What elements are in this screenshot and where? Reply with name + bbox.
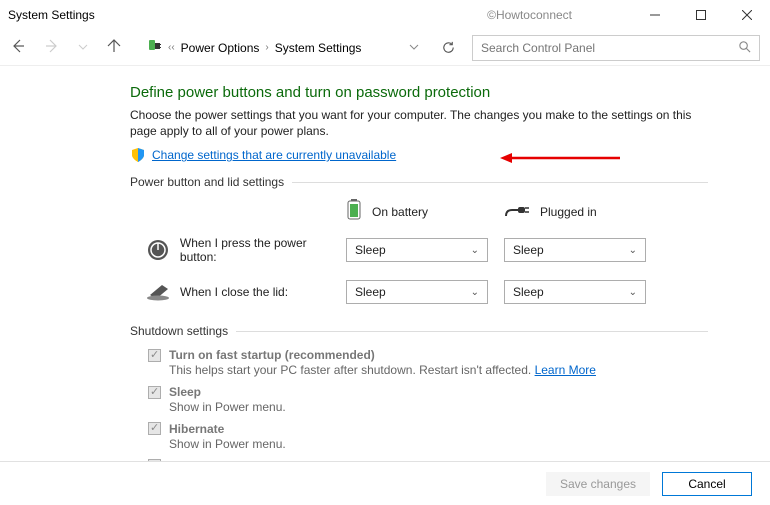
sleep-desc: Show in Power menu. [169, 399, 708, 416]
shield-icon [130, 147, 146, 163]
maximize-button[interactable] [678, 0, 724, 30]
power-button-battery-dropdown[interactable]: Sleep ⌄ [346, 238, 488, 262]
bottom-bar: Save changes Cancel [0, 461, 770, 505]
checkbox-fast-startup [148, 349, 161, 362]
shutdown-item-sleep: Sleep Show in Power menu. [148, 385, 708, 416]
search-icon[interactable] [738, 40, 751, 56]
admin-link-row: Change settings that are currently unava… [130, 147, 708, 163]
row-power-button-label: When I press the power button: [180, 236, 346, 264]
col-plugged: Plugged in [504, 202, 662, 221]
lid-plugged-dropdown[interactable]: Sleep ⌄ [504, 280, 646, 304]
breadcrumb-dropdown-chevron[interactable] [409, 41, 419, 55]
power-table: On battery Plugged in When I press the p… [146, 199, 708, 304]
chevron-down-icon: ⌄ [471, 245, 479, 256]
shutdown-item-hibernate: Hibernate Show in Power menu. [148, 422, 708, 453]
chevron-down-icon: ⌄ [629, 287, 637, 298]
power-section-label: Power button and lid settings [130, 175, 284, 189]
annotation-arrow-icon [500, 153, 620, 163]
learn-more-link[interactable]: Learn More [535, 363, 596, 377]
col-plugged-label: Plugged in [540, 205, 597, 219]
checkbox-hibernate [148, 422, 161, 435]
change-settings-link[interactable]: Change settings that are currently unava… [152, 148, 396, 162]
lid-icon [146, 280, 170, 304]
chevron-down-icon: ⌄ [629, 245, 637, 256]
power-options-icon [146, 38, 162, 57]
power-header-row: On battery Plugged in [146, 199, 708, 224]
row-lid: When I close the lid: Sleep ⌄ Sleep ⌄ [146, 280, 708, 304]
breadcrumb[interactable]: ‹‹ Power Options › System Settings [140, 35, 425, 61]
toolbar: ‹‹ Power Options › System Settings [0, 30, 770, 66]
row-lid-label: When I close the lid: [180, 285, 288, 299]
breadcrumb-power-options[interactable]: Power Options [181, 41, 260, 55]
window-controls: ©Howtoconnect [487, 0, 770, 30]
shutdown-item-fast-startup: Turn on fast startup (recommended) This … [148, 348, 708, 379]
page-heading: Define power buttons and turn on passwor… [130, 84, 708, 101]
up-button[interactable] [106, 38, 122, 57]
plug-icon [504, 202, 530, 221]
col-battery: On battery [346, 199, 504, 224]
close-button[interactable] [724, 0, 770, 30]
dropdown-value: Sleep [355, 285, 386, 299]
power-button-icon [146, 238, 170, 262]
divider [236, 331, 708, 332]
dropdown-value: Sleep [513, 285, 544, 299]
search-box[interactable] [472, 35, 760, 61]
minimize-button[interactable] [632, 0, 678, 30]
battery-icon [346, 199, 362, 224]
cancel-button[interactable]: Cancel [662, 472, 752, 496]
save-changes-button: Save changes [546, 472, 650, 496]
divider [292, 182, 708, 183]
dropdown-value: Sleep [355, 243, 386, 257]
hibernate-title: Hibernate [169, 422, 224, 436]
power-section-header: Power button and lid settings [130, 175, 708, 189]
recent-dropdown-icon[interactable] [78, 41, 88, 55]
forward-button[interactable] [44, 38, 60, 57]
power-button-plugged-dropdown[interactable]: Sleep ⌄ [504, 238, 646, 262]
checkbox-sleep [148, 386, 161, 399]
dropdown-value: Sleep [513, 243, 544, 257]
fast-startup-desc-text: This helps start your PC faster after sh… [169, 363, 535, 377]
sleep-title: Sleep [169, 385, 201, 399]
window-title: System Settings [8, 8, 95, 22]
nav-arrows [10, 38, 122, 57]
row-power-button: When I press the power button: Sleep ⌄ Sl… [146, 236, 708, 264]
watermark-text: ©Howtoconnect [487, 8, 572, 22]
breadcrumb-system-settings[interactable]: System Settings [275, 41, 362, 55]
col-battery-label: On battery [372, 205, 428, 219]
row-lid-label-group: When I close the lid: [146, 280, 346, 304]
refresh-button[interactable] [441, 40, 456, 55]
chevron-right-icon: › [265, 42, 268, 53]
search-input[interactable] [481, 41, 738, 55]
shutdown-section-label: Shutdown settings [130, 324, 228, 338]
chevron-down-icon: ⌄ [471, 287, 479, 298]
page-subtext: Choose the power settings that you want … [130, 107, 708, 139]
fast-startup-title: Turn on fast startup (recommended) [169, 348, 375, 362]
fast-startup-desc: This helps start your PC faster after sh… [169, 362, 708, 379]
lid-battery-dropdown[interactable]: Sleep ⌄ [346, 280, 488, 304]
back-button[interactable] [10, 38, 26, 57]
row-power-button-label-group: When I press the power button: [146, 236, 346, 264]
shutdown-section-header: Shutdown settings [130, 324, 708, 338]
hibernate-desc: Show in Power menu. [169, 436, 708, 453]
titlebar: System Settings ©Howtoconnect [0, 0, 770, 30]
chevron-right-icon: ‹‹ [168, 42, 175, 53]
main-content: Define power buttons and turn on passwor… [0, 66, 770, 490]
